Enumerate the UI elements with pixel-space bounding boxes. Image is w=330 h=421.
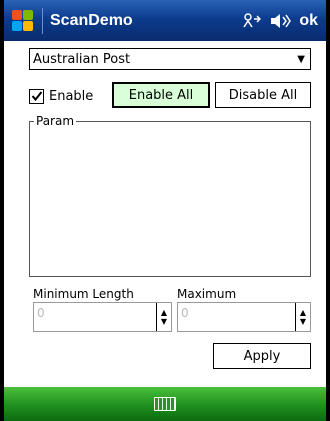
apply-button[interactable]: Apply [213, 343, 311, 369]
softkey-bar [4, 387, 326, 421]
symbology-dropdown[interactable]: Australian Post ▼ [29, 48, 311, 70]
disable-all-button[interactable]: Disable All [215, 82, 311, 108]
app-title: ScanDemo [50, 11, 133, 29]
enable-checkbox[interactable] [29, 88, 44, 104]
min-length-stepper[interactable]: ▲ ▼ [156, 303, 171, 331]
max-length-label: Maximum [177, 287, 237, 301]
min-length-input[interactable]: 0 [34, 303, 156, 331]
arrow-up-icon[interactable]: ▲ [300, 308, 306, 317]
chevron-down-icon[interactable]: ▼ [297, 54, 305, 65]
min-length-label: Minimum Length [33, 287, 134, 301]
ok-button[interactable]: ok [299, 12, 318, 30]
arrow-down-icon[interactable]: ▼ [161, 317, 167, 326]
arrow-up-icon[interactable]: ▲ [161, 308, 167, 317]
title-bar: ScanDemo ok [4, 0, 326, 41]
device-screen: ScanDemo ok Australian Post ▼ Enable Ena… [4, 0, 326, 421]
symbology-selected: Australian Post [33, 51, 131, 67]
max-length-input[interactable]: 0 [178, 303, 295, 331]
param-group: Param [29, 114, 311, 277]
enable-label: Enable [49, 88, 94, 104]
arrow-down-icon[interactable]: ▼ [300, 317, 306, 326]
connectivity-icon[interactable] [241, 12, 262, 30]
min-length-spinner[interactable]: 0 ▲ ▼ [33, 302, 172, 332]
status-icons: ok [241, 12, 318, 30]
checkmark-icon [31, 91, 42, 102]
enable-all-button[interactable]: Enable All [112, 82, 210, 108]
windows-logo-icon[interactable] [12, 9, 34, 32]
max-length-spinner[interactable]: 0 ▲ ▼ [177, 302, 311, 332]
keyboard-icon[interactable] [154, 397, 176, 411]
title-separator [42, 7, 43, 34]
speaker-icon[interactable] [269, 12, 292, 30]
enable-row: Enable [29, 84, 93, 108]
max-length-stepper[interactable]: ▲ ▼ [295, 303, 310, 331]
param-legend: Param [34, 114, 77, 128]
